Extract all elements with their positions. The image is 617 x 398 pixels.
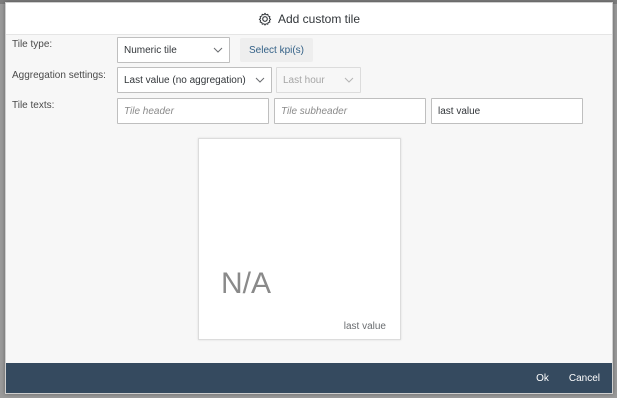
tile-subheader-placeholder: Tile subheader xyxy=(281,105,348,117)
timeframe-value: Last hour xyxy=(283,74,325,86)
tile-type-label: Tile type: xyxy=(12,39,53,50)
tile-type-value: Numeric tile xyxy=(124,44,177,56)
tile-footer-input-value: last value xyxy=(438,105,481,117)
timeframe-select: Last hour xyxy=(276,67,361,93)
tile-preview: N/A last value xyxy=(198,138,401,340)
chevron-down-icon xyxy=(344,77,354,83)
ok-button[interactable]: Ok xyxy=(530,369,555,388)
select-kpis-button[interactable]: Select kpi(s) xyxy=(240,38,314,62)
dialog-header: Add custom tile xyxy=(6,3,612,35)
gear-icon xyxy=(258,12,272,26)
tile-texts-label: Tile texts: xyxy=(12,100,55,111)
chevron-down-icon xyxy=(213,47,223,53)
tile-header-placeholder: Tile header xyxy=(124,105,174,117)
tile-footer-input[interactable]: last value xyxy=(431,98,583,124)
dialog-title: Add custom tile xyxy=(277,11,361,26)
aggregation-select[interactable]: Last value (no aggregation) xyxy=(117,67,272,93)
tile-subheader-input[interactable]: Tile subheader xyxy=(274,98,426,124)
chevron-down-icon xyxy=(255,77,265,83)
cancel-button[interactable]: Cancel xyxy=(563,369,606,388)
aggregation-value: Last value (no aggregation) xyxy=(124,74,246,86)
add-custom-tile-dialog: Add custom tile Tile type: Numeric tile … xyxy=(5,2,613,394)
tile-preview-footer: last value xyxy=(343,321,386,332)
dialog-footer: Ok Cancel xyxy=(6,363,612,393)
tile-type-select[interactable]: Numeric tile xyxy=(117,37,230,63)
tile-header-input[interactable]: Tile header xyxy=(117,98,269,124)
tile-preview-value: N/A xyxy=(221,267,272,300)
aggregation-settings-label: Aggregation settings: xyxy=(12,70,106,81)
